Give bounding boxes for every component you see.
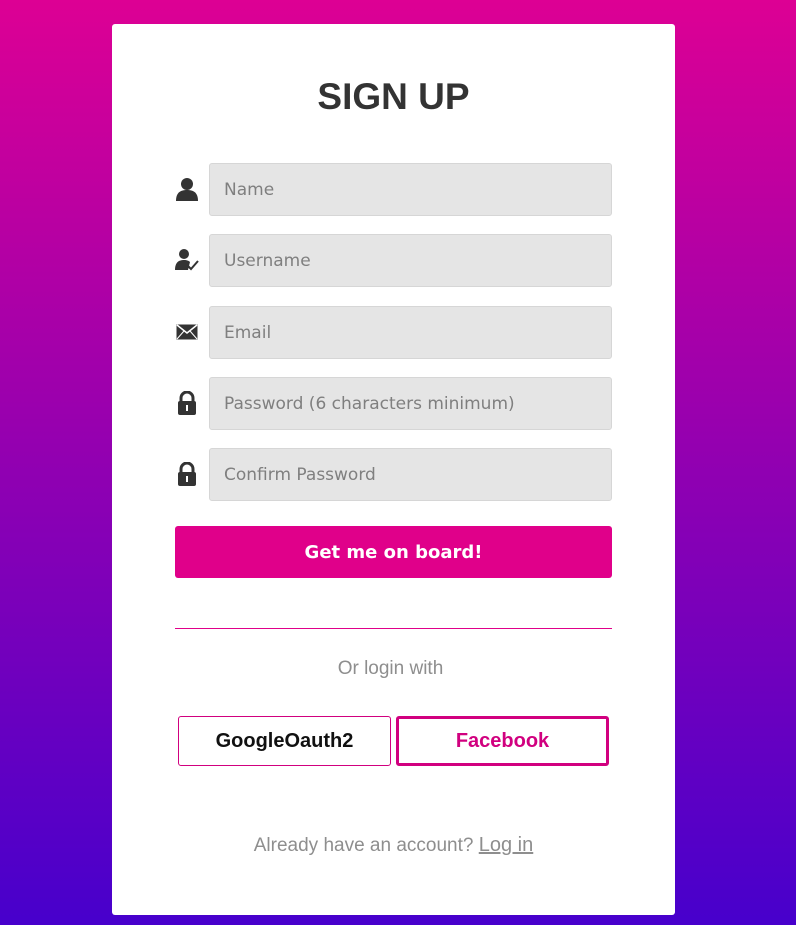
name-row <box>175 163 612 216</box>
submit-button[interactable]: Get me on board! <box>175 526 612 578</box>
username-input[interactable] <box>209 234 612 287</box>
footer-text: Already have an account? <box>253 835 474 856</box>
login-link[interactable]: Log in <box>479 834 534 856</box>
lock-icon <box>175 391 199 415</box>
facebook-login-button[interactable]: Facebook <box>396 716 609 766</box>
password-row <box>175 377 612 430</box>
confirm-password-row <box>175 448 612 501</box>
signup-card: SIGN UP Get me on board! Or login with G… <box>112 24 675 915</box>
google-login-button[interactable]: GoogleOauth2 <box>178 716 391 766</box>
lock-icon <box>175 462 199 486</box>
email-input[interactable] <box>209 306 612 359</box>
footer: Already have an account? Log in <box>112 834 675 857</box>
divider <box>175 628 612 629</box>
envelope-icon <box>175 320 199 344</box>
username-row <box>175 234 612 287</box>
user-check-icon <box>175 248 199 272</box>
social-login-prompt: Or login with <box>337 658 444 679</box>
email-row <box>175 306 612 359</box>
page-title: SIGN UP <box>317 76 470 117</box>
password-input[interactable] <box>209 377 612 430</box>
user-icon <box>175 177 199 201</box>
confirm-password-input[interactable] <box>209 448 612 501</box>
name-input[interactable] <box>209 163 612 216</box>
